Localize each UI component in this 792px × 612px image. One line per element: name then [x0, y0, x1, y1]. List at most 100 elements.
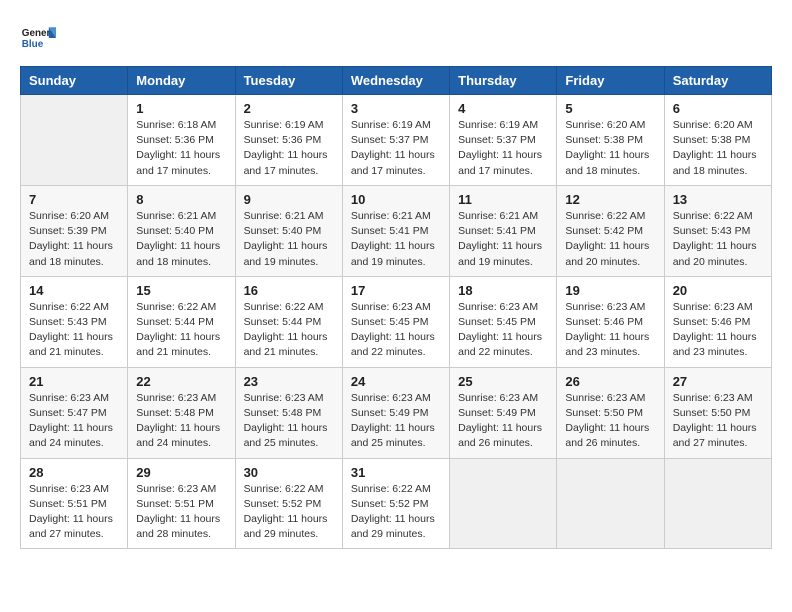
day-info: Sunrise: 6:21 AMSunset: 5:40 PMDaylight:…	[244, 209, 334, 270]
calendar-cell	[557, 458, 664, 549]
day-info: Sunrise: 6:23 AMSunset: 5:49 PMDaylight:…	[351, 391, 441, 452]
day-number: 4	[458, 101, 548, 116]
day-number: 5	[565, 101, 655, 116]
col-header-monday: Monday	[128, 67, 235, 95]
day-info: Sunrise: 6:21 AMSunset: 5:40 PMDaylight:…	[136, 209, 226, 270]
day-info: Sunrise: 6:20 AMSunset: 5:38 PMDaylight:…	[673, 118, 763, 179]
day-info: Sunrise: 6:23 AMSunset: 5:48 PMDaylight:…	[244, 391, 334, 452]
day-number: 2	[244, 101, 334, 116]
day-info: Sunrise: 6:19 AMSunset: 5:37 PMDaylight:…	[458, 118, 548, 179]
calendar-cell: 2 Sunrise: 6:19 AMSunset: 5:36 PMDaylight…	[235, 95, 342, 186]
day-number: 24	[351, 374, 441, 389]
calendar-table: SundayMondayTuesdayWednesdayThursdayFrid…	[20, 66, 772, 549]
calendar-week-2: 7 Sunrise: 6:20 AMSunset: 5:39 PMDaylight…	[21, 185, 772, 276]
day-number: 30	[244, 465, 334, 480]
page-header: General Blue	[20, 20, 772, 56]
day-info: Sunrise: 6:20 AMSunset: 5:38 PMDaylight:…	[565, 118, 655, 179]
day-number: 15	[136, 283, 226, 298]
calendar-cell: 8 Sunrise: 6:21 AMSunset: 5:40 PMDaylight…	[128, 185, 235, 276]
day-info: Sunrise: 6:22 AMSunset: 5:52 PMDaylight:…	[351, 482, 441, 543]
day-info: Sunrise: 6:23 AMSunset: 5:45 PMDaylight:…	[458, 300, 548, 361]
day-number: 29	[136, 465, 226, 480]
day-info: Sunrise: 6:23 AMSunset: 5:51 PMDaylight:…	[29, 482, 119, 543]
calendar-cell: 4 Sunrise: 6:19 AMSunset: 5:37 PMDaylight…	[450, 95, 557, 186]
day-number: 16	[244, 283, 334, 298]
day-info: Sunrise: 6:23 AMSunset: 5:50 PMDaylight:…	[565, 391, 655, 452]
day-info: Sunrise: 6:19 AMSunset: 5:36 PMDaylight:…	[244, 118, 334, 179]
day-number: 12	[565, 192, 655, 207]
day-number: 25	[458, 374, 548, 389]
col-header-friday: Friday	[557, 67, 664, 95]
calendar-cell: 26 Sunrise: 6:23 AMSunset: 5:50 PMDayligh…	[557, 367, 664, 458]
calendar-cell	[664, 458, 771, 549]
day-info: Sunrise: 6:23 AMSunset: 5:45 PMDaylight:…	[351, 300, 441, 361]
day-number: 14	[29, 283, 119, 298]
calendar-cell: 12 Sunrise: 6:22 AMSunset: 5:42 PMDayligh…	[557, 185, 664, 276]
day-number: 6	[673, 101, 763, 116]
calendar-cell: 16 Sunrise: 6:22 AMSunset: 5:44 PMDayligh…	[235, 276, 342, 367]
calendar-cell: 15 Sunrise: 6:22 AMSunset: 5:44 PMDayligh…	[128, 276, 235, 367]
day-info: Sunrise: 6:22 AMSunset: 5:42 PMDaylight:…	[565, 209, 655, 270]
day-info: Sunrise: 6:23 AMSunset: 5:46 PMDaylight:…	[673, 300, 763, 361]
day-info: Sunrise: 6:23 AMSunset: 5:51 PMDaylight:…	[136, 482, 226, 543]
calendar-cell: 25 Sunrise: 6:23 AMSunset: 5:49 PMDayligh…	[450, 367, 557, 458]
calendar-cell: 11 Sunrise: 6:21 AMSunset: 5:41 PMDayligh…	[450, 185, 557, 276]
day-number: 8	[136, 192, 226, 207]
day-number: 27	[673, 374, 763, 389]
day-number: 10	[351, 192, 441, 207]
day-number: 9	[244, 192, 334, 207]
calendar-week-5: 28 Sunrise: 6:23 AMSunset: 5:51 PMDayligh…	[21, 458, 772, 549]
calendar-cell: 13Sunrise: 6:22 AMSunset: 5:43 PMDayligh…	[664, 185, 771, 276]
calendar-week-3: 14Sunrise: 6:22 AMSunset: 5:43 PMDayligh…	[21, 276, 772, 367]
day-number: 28	[29, 465, 119, 480]
day-info: Sunrise: 6:22 AMSunset: 5:44 PMDaylight:…	[244, 300, 334, 361]
day-number: 13	[673, 192, 763, 207]
calendar-cell: 22 Sunrise: 6:23 AMSunset: 5:48 PMDayligh…	[128, 367, 235, 458]
svg-text:Blue: Blue	[22, 39, 44, 50]
calendar-cell: 14Sunrise: 6:22 AMSunset: 5:43 PMDayligh…	[21, 276, 128, 367]
calendar-week-4: 21Sunrise: 6:23 AMSunset: 5:47 PMDayligh…	[21, 367, 772, 458]
day-number: 19	[565, 283, 655, 298]
calendar-cell: 30 Sunrise: 6:22 AMSunset: 5:52 PMDayligh…	[235, 458, 342, 549]
day-number: 26	[565, 374, 655, 389]
day-info: Sunrise: 6:22 AMSunset: 5:44 PMDaylight:…	[136, 300, 226, 361]
calendar-week-1: 1 Sunrise: 6:18 AMSunset: 5:36 PMDaylight…	[21, 95, 772, 186]
calendar-cell: 31 Sunrise: 6:22 AMSunset: 5:52 PMDayligh…	[342, 458, 449, 549]
col-header-tuesday: Tuesday	[235, 67, 342, 95]
calendar-cell: 10Sunrise: 6:21 AMSunset: 5:41 PMDayligh…	[342, 185, 449, 276]
logo: General Blue	[20, 20, 56, 56]
col-header-wednesday: Wednesday	[342, 67, 449, 95]
calendar-cell: 27 Sunrise: 6:23 AMSunset: 5:50 PMDayligh…	[664, 367, 771, 458]
day-number: 18	[458, 283, 548, 298]
calendar-cell: 1 Sunrise: 6:18 AMSunset: 5:36 PMDaylight…	[128, 95, 235, 186]
day-number: 20	[673, 283, 763, 298]
day-number: 11	[458, 192, 548, 207]
calendar-cell	[450, 458, 557, 549]
col-header-saturday: Saturday	[664, 67, 771, 95]
day-number: 31	[351, 465, 441, 480]
day-info: Sunrise: 6:22 AMSunset: 5:52 PMDaylight:…	[244, 482, 334, 543]
day-number: 23	[244, 374, 334, 389]
calendar-cell: 7 Sunrise: 6:20 AMSunset: 5:39 PMDaylight…	[21, 185, 128, 276]
day-info: Sunrise: 6:23 AMSunset: 5:50 PMDaylight:…	[673, 391, 763, 452]
day-number: 21	[29, 374, 119, 389]
calendar-cell: 29 Sunrise: 6:23 AMSunset: 5:51 PMDayligh…	[128, 458, 235, 549]
calendar-cell: 5 Sunrise: 6:20 AMSunset: 5:38 PMDaylight…	[557, 95, 664, 186]
calendar-cell: 6 Sunrise: 6:20 AMSunset: 5:38 PMDaylight…	[664, 95, 771, 186]
day-info: Sunrise: 6:18 AMSunset: 5:36 PMDaylight:…	[136, 118, 226, 179]
day-number: 1	[136, 101, 226, 116]
calendar-cell: 24 Sunrise: 6:23 AMSunset: 5:49 PMDayligh…	[342, 367, 449, 458]
day-number: 7	[29, 192, 119, 207]
day-number: 22	[136, 374, 226, 389]
day-info: Sunrise: 6:20 AMSunset: 5:39 PMDaylight:…	[29, 209, 119, 270]
calendar-cell: 18 Sunrise: 6:23 AMSunset: 5:45 PMDayligh…	[450, 276, 557, 367]
calendar-cell	[21, 95, 128, 186]
day-info: Sunrise: 6:21 AMSunset: 5:41 PMDaylight:…	[458, 209, 548, 270]
calendar-cell: 9 Sunrise: 6:21 AMSunset: 5:40 PMDaylight…	[235, 185, 342, 276]
day-info: Sunrise: 6:23 AMSunset: 5:49 PMDaylight:…	[458, 391, 548, 452]
day-number: 17	[351, 283, 441, 298]
col-header-thursday: Thursday	[450, 67, 557, 95]
calendar-cell: 20 Sunrise: 6:23 AMSunset: 5:46 PMDayligh…	[664, 276, 771, 367]
day-info: Sunrise: 6:23 AMSunset: 5:48 PMDaylight:…	[136, 391, 226, 452]
calendar-cell: 17 Sunrise: 6:23 AMSunset: 5:45 PMDayligh…	[342, 276, 449, 367]
